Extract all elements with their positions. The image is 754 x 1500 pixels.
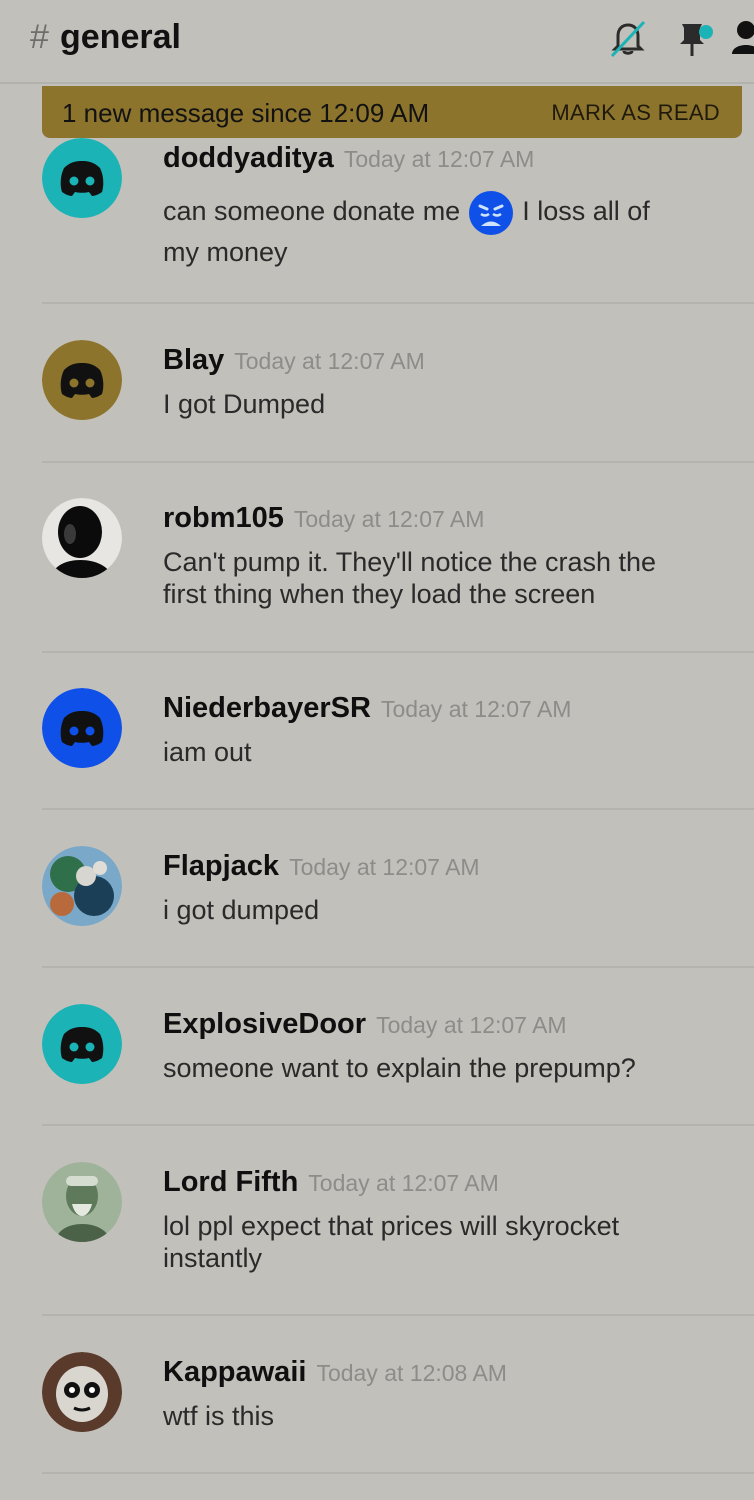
message-item: Flapjack Today at 12:07 AM i got dumped [42,846,754,966]
message-item: Blay Today at 12:07 AM I got Dumped [42,340,754,460]
message-item: ExplosiveDoor Today at 12:07 AM someone w… [42,1004,754,1124]
username[interactable]: Flapjack [163,850,279,882]
message-header: Lord Fifth Today at 12:07 AM [163,1166,499,1199]
avatar[interactable] [42,846,122,926]
message-text: wtf is this [163,1401,275,1431]
message-divider [42,1314,754,1316]
timestamp: Today at 12:07 AM [234,348,425,374]
username[interactable]: NiederbayerSR [163,692,371,724]
message-text-part: my money [163,237,288,267]
message-text: i got dumped [163,895,320,925]
message-item: robm105 Today at 12:07 AM Can't pump it. … [42,498,754,648]
message-divider [42,1472,754,1474]
username[interactable]: doddyaditya [163,142,334,174]
avatar[interactable] [42,340,122,420]
message-divider [42,651,754,653]
message-header: Blay Today at 12:07 AM [163,344,425,377]
message-text-part: can someone donate me [163,196,461,227]
message-text-line: lol ppl expect that prices will skyrocke… [163,1211,620,1241]
timestamp: Today at 12:07 AM [308,1170,499,1196]
message-header: robm105 Today at 12:07 AM [163,502,484,535]
timestamp: Today at 12:07 AM [376,1012,567,1038]
message-text: lol ppl expect that prices will skyrocke… [163,1210,723,1274]
new-messages-text: 1 new message since 12:09 AM [62,98,430,128]
message-divider [42,966,754,968]
message-text-line: instantly [163,1243,263,1273]
avatar[interactable] [42,1352,122,1432]
message-header: ExplosiveDoor Today at 12:07 AM [163,1008,567,1041]
avatar[interactable] [42,1004,122,1084]
message-text-line: first thing when they load the screen [163,579,596,609]
timestamp: Today at 12:07 AM [380,696,572,722]
message-text: iam out [163,737,252,767]
username[interactable]: ExplosiveDoor [163,1008,366,1040]
mark-as-read-button[interactable]: MARK AS READ [551,100,720,126]
username[interactable]: Blay [163,344,224,376]
message-text: I got Dumped [163,389,326,419]
weary-face-emoji-icon [468,190,514,236]
message-text: can someone donate me I loss all of my m… [163,190,703,268]
avatar[interactable] [42,498,122,578]
timestamp: Today at 12:07 AM [343,146,535,172]
username[interactable]: Kappawaii [163,1356,306,1388]
message-text-part: I loss all of [522,196,650,227]
message-divider [42,302,754,304]
message-header: doddyaditya Today at 12:07 AM [163,142,534,175]
message-header: Flapjack Today at 12:07 AM [163,850,480,883]
message-text-line: Can't pump it. They'll notice the crash … [163,547,657,577]
message-divider [42,1124,754,1126]
new-messages-banner[interactable]: 1 new message since 12:09 AM MARK AS REA… [42,86,742,138]
message-item: doddyaditya Today at 12:07 AM can someone… [42,138,754,298]
avatar[interactable] [42,688,122,768]
message-divider [42,808,754,810]
message-header: Kappawaii Today at 12:08 AM [163,1356,507,1389]
avatar[interactable] [42,1162,122,1242]
message-item: Lord Fifth Today at 12:07 AM lol ppl expe… [42,1162,754,1312]
message-list: doddyaditya Today at 12:07 AM can someone… [0,0,754,1500]
timestamp: Today at 12:07 AM [289,854,480,880]
message-text: Can't pump it. They'll notice the crash … [163,546,723,610]
username[interactable]: robm105 [163,502,284,534]
message-text: someone want to explain the prepump? [163,1053,636,1083]
timestamp: Today at 12:08 AM [316,1360,507,1386]
message-header: NiederbayerSR Today at 12:07 AM [163,692,571,725]
avatar[interactable] [42,138,122,218]
timestamp: Today at 12:07 AM [293,506,485,532]
message-divider [42,461,754,463]
message-item: NiederbayerSR Today at 12:07 AM iam out [42,688,754,808]
message-item: Kappawaii Today at 12:08 AM wtf is this [42,1352,754,1472]
username[interactable]: Lord Fifth [163,1166,298,1198]
